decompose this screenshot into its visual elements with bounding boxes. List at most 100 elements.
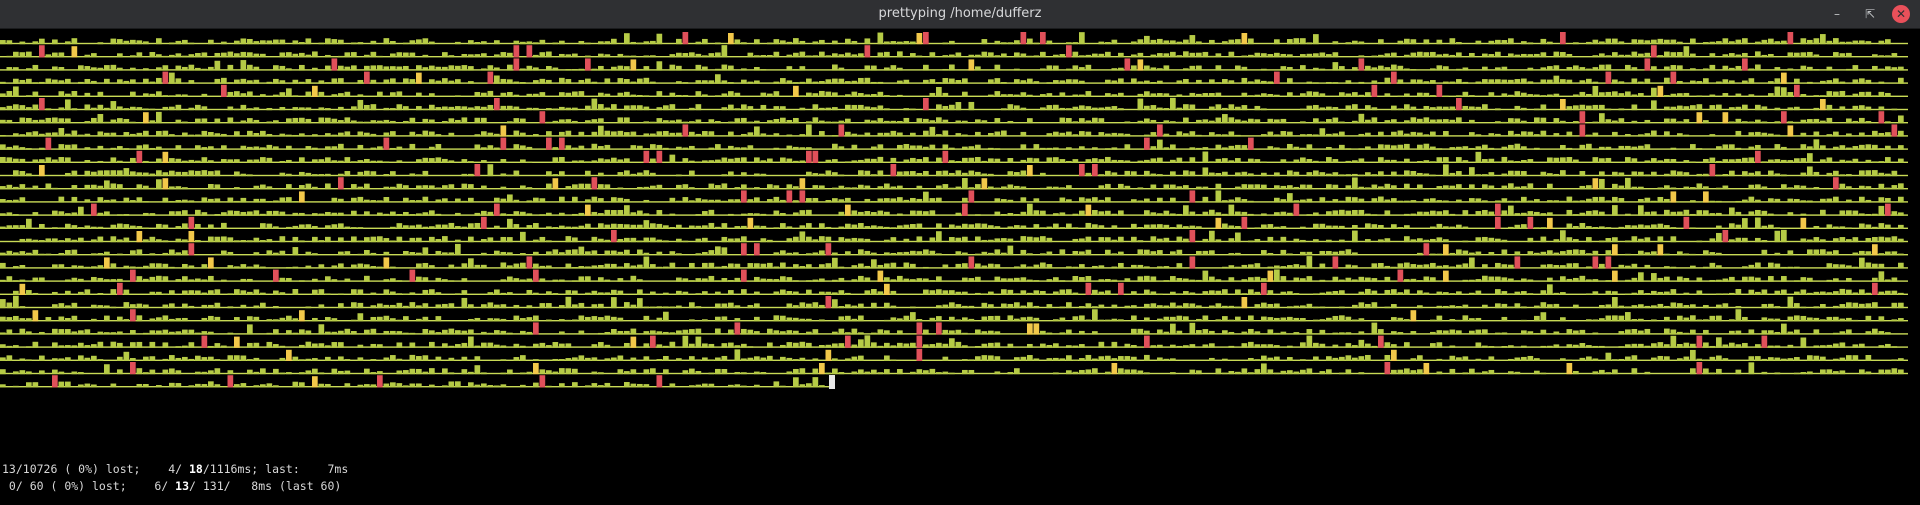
close-icon[interactable]: ✕ — [1892, 5, 1910, 23]
ping-bar — [858, 77, 864, 84]
ping-bar — [253, 237, 260, 243]
ping-bar — [1423, 117, 1430, 124]
ping-bar — [773, 291, 780, 295]
ping-bar — [1020, 317, 1027, 322]
ping-bar — [526, 289, 533, 295]
ping-bar — [1287, 54, 1293, 58]
ping-bar — [136, 145, 143, 150]
ping-bar — [1176, 55, 1183, 58]
ping-bar — [1456, 249, 1462, 256]
ping-bar — [910, 108, 916, 111]
ping-bar — [1573, 105, 1579, 111]
ping-bar — [260, 157, 266, 163]
ping-bar — [656, 306, 663, 309]
ping-bar — [45, 108, 52, 111]
ping-bar — [0, 226, 6, 229]
ping-bar — [520, 118, 526, 124]
ping-bar — [1072, 134, 1079, 137]
ping-bar — [156, 91, 162, 97]
ping-bar — [110, 236, 117, 243]
ping-bar — [1072, 94, 1079, 97]
ping-bar — [253, 264, 260, 269]
ping-bar — [1274, 197, 1280, 203]
ping-bar — [1501, 66, 1508, 71]
ping-bar — [656, 251, 663, 256]
ping-bar — [117, 342, 123, 348]
ping-bar — [1651, 251, 1657, 256]
ping-bar — [526, 93, 533, 97]
ping-bar — [45, 137, 52, 150]
ping-bar — [1176, 224, 1183, 229]
ping-bar — [1586, 68, 1592, 71]
ping-bar — [1040, 210, 1046, 216]
ping-bar — [565, 249, 572, 256]
ping-bar — [500, 78, 507, 84]
ping-bar — [741, 104, 747, 111]
ping-bar — [1196, 186, 1202, 190]
ping-bar — [91, 53, 97, 58]
ping-bar — [84, 66, 91, 71]
ping-bar — [1553, 133, 1560, 137]
ping-bar — [851, 104, 858, 111]
terminal[interactable]: 13/10726 ( 0%) lost; 4/ 18/1116ms; last:… — [0, 29, 1920, 505]
ping-bar — [630, 173, 637, 177]
ping-bar — [1683, 106, 1690, 111]
ping-bar — [1716, 252, 1722, 256]
ping-bar — [1423, 81, 1430, 84]
ping-bar — [858, 159, 864, 163]
ping-bar — [1001, 278, 1007, 282]
ping-bar — [871, 81, 877, 84]
ping-bar — [1599, 171, 1605, 177]
ping-bar — [1300, 199, 1306, 203]
ping-bar — [474, 317, 481, 322]
restore-icon[interactable]: ⇱ — [1861, 5, 1879, 23]
ping-bar — [643, 315, 650, 322]
ping-bar — [383, 238, 390, 243]
ping-bar — [325, 316, 331, 322]
ping-bar — [1885, 55, 1891, 58]
ping-bar — [624, 91, 630, 97]
ping-bar — [1560, 79, 1566, 84]
ping-bar — [409, 143, 416, 150]
ping-bar — [481, 342, 487, 348]
ping-bar — [227, 265, 234, 269]
ping-bar — [1683, 277, 1690, 282]
ping-bar — [136, 197, 143, 203]
ping-bar — [981, 316, 988, 322]
ping-bar — [1540, 236, 1547, 243]
ping-bar — [513, 278, 520, 282]
ping-bar — [715, 144, 721, 150]
ping-bar — [1677, 251, 1683, 256]
ping-bar — [552, 120, 559, 124]
ping-bar — [845, 238, 851, 243]
ping-bar — [1352, 173, 1358, 177]
ping-bar — [598, 292, 604, 295]
ping-bar — [182, 263, 188, 269]
ping-bar — [1690, 68, 1696, 71]
ping-bar — [1371, 184, 1378, 190]
ping-bar — [279, 65, 286, 71]
ping-bar — [825, 91, 832, 97]
ping-bar — [481, 160, 487, 163]
ping-bar — [1137, 81, 1144, 84]
ping-bar — [1774, 173, 1781, 177]
ping-bar — [715, 291, 721, 295]
ping-bar — [195, 104, 201, 111]
ping-bar — [1579, 124, 1586, 137]
ping-bar — [604, 263, 611, 269]
ping-bar — [773, 106, 780, 111]
minimize-icon[interactable]: – — [1828, 5, 1846, 23]
ping-bar — [942, 119, 949, 124]
ping-bar — [598, 317, 604, 322]
ping-bar — [247, 64, 253, 71]
ping-bar — [500, 92, 507, 97]
ping-bar — [1144, 65, 1150, 71]
ping-bar — [539, 342, 546, 348]
ping-bar — [1085, 106, 1092, 111]
ping-bar — [572, 290, 578, 295]
ping-bar — [643, 66, 650, 71]
ping-bar — [507, 174, 513, 177]
ping-bar — [1410, 79, 1417, 84]
ping-bar — [754, 263, 760, 269]
ping-bar — [1007, 184, 1014, 190]
